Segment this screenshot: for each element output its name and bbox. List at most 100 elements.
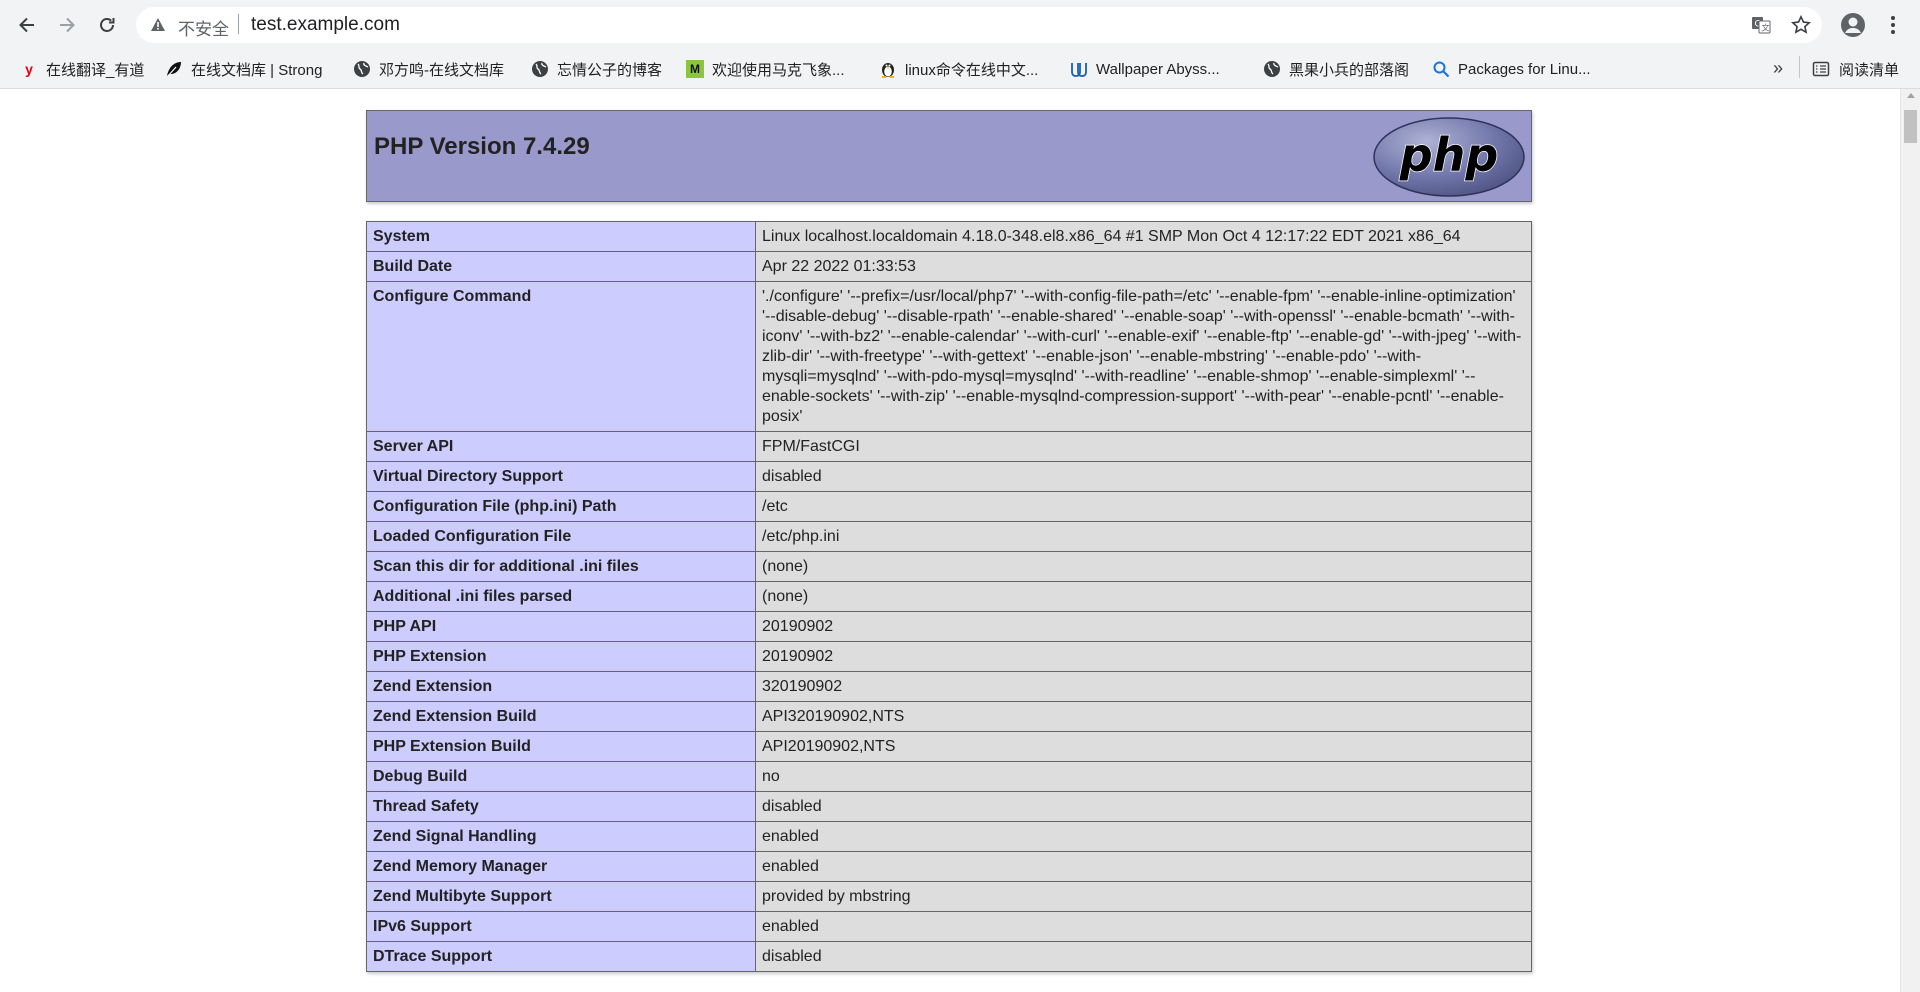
page-title: PHP Version 7.4.29 — [374, 133, 590, 160]
info-value: 320190902 — [755, 671, 1532, 702]
info-key: Configuration File (php.ini) Path — [366, 491, 756, 522]
info-row: System Linux localhost.localdomain 4.18.0… — [366, 221, 1532, 252]
back-button[interactable] — [11, 9, 43, 41]
info-key: Loaded Configuration File — [366, 521, 756, 552]
info-key: Server API — [366, 431, 756, 462]
maxiang-icon: M — [686, 60, 704, 78]
info-row: Configuration File (php.ini) Path/etc — [366, 491, 1532, 522]
phpinfo-table: System Linux localhost.localdomain 4.18.0… — [366, 221, 1532, 972]
info-row: Zend Extension 320190902 — [366, 671, 1532, 702]
bookmark-label: Packages for Linu... — [1458, 60, 1591, 78]
bookmark-item[interactable]: 黑果小兵的部落阁 — [1263, 57, 1409, 81]
reading-list-label: 阅读清单 — [1839, 61, 1900, 79]
search-icon — [1432, 60, 1450, 78]
info-value: 20190902 — [755, 641, 1532, 672]
info-row: Configure Command './configure' '--prefix… — [366, 281, 1532, 432]
info-row: Debug Build no — [366, 761, 1532, 792]
forward-button[interactable] — [51, 9, 83, 41]
info-key: PHP Extension — [366, 641, 756, 672]
translate-icon[interactable]: G 文 — [1750, 14, 1772, 36]
info-key: Zend Memory Manager — [366, 851, 756, 882]
info-value: './configure' '--prefix=/usr/local/php7'… — [755, 281, 1532, 432]
browser-menu-button[interactable] — [1878, 9, 1908, 41]
info-key: PHP API — [366, 611, 756, 642]
info-row: Zend Signal Handling enabled — [366, 821, 1532, 852]
penguin-icon — [879, 60, 897, 78]
info-key: Zend Extension — [366, 671, 756, 702]
info-key: Zend Extension Build — [366, 701, 756, 732]
scrollbar-thumb[interactable] — [1904, 110, 1917, 143]
bookmark-label: 欢迎使用马克飞象... — [712, 61, 845, 79]
browser-chrome: 不安全 test.example.com G 文 y 在线翻译_有道 在线文档库… — [0, 0, 1920, 89]
info-value: enabled — [755, 821, 1532, 852]
info-value: enabled — [755, 911, 1532, 942]
info-key: Zend Signal Handling — [366, 821, 756, 852]
bookmark-item[interactable]: Packages for Linu... — [1432, 57, 1591, 81]
php-logo-icon: php — [1373, 117, 1525, 197]
info-row: Virtual Directory Support disabled — [366, 461, 1532, 492]
bookmark-item[interactable]: M 欢迎使用马克飞象... — [686, 57, 845, 81]
info-key: IPv6 Support — [366, 911, 756, 942]
address-bar[interactable]: 不安全 test.example.com G 文 — [136, 7, 1822, 43]
bookmark-item[interactable]: 在线文档库 | Strong — [165, 57, 322, 81]
globe-icon — [1263, 60, 1281, 78]
info-row: DTrace Support disabled — [366, 941, 1532, 972]
bookmark-item[interactable]: 邓方鸣-在线文档库 — [353, 57, 504, 81]
info-key: Scan this dir for additional .ini files — [366, 551, 756, 582]
bookmark-label: 在线翻译_有道 — [46, 61, 145, 79]
info-row: Zend Multibyte Support provided by mbstri… — [366, 881, 1532, 912]
back-arrow-icon — [19, 17, 34, 33]
security-status[interactable]: 不安全 — [178, 15, 229, 40]
bookmark-label: 忘情公子的博客 — [557, 61, 663, 79]
info-row: Zend Extension Build API320190902,NTS — [366, 701, 1532, 732]
reload-icon — [100, 18, 115, 32]
info-value: (none) — [755, 581, 1532, 612]
info-value: (none) — [755, 551, 1532, 582]
info-key: PHP Extension Build — [366, 731, 756, 762]
scroll-up-arrow-icon[interactable] — [1907, 93, 1915, 98]
kebab-menu-icon — [1891, 16, 1895, 34]
info-key: Zend Multibyte Support — [366, 881, 756, 912]
info-key: System — [366, 221, 756, 252]
page-scrollbar[interactable] — [1900, 89, 1920, 992]
info-value: API320190902,NTS — [755, 701, 1532, 732]
info-key: Build Date — [366, 251, 756, 282]
bookmark-item[interactable]: 忘情公子的博客 — [531, 57, 662, 81]
url-text[interactable]: test.example.com — [251, 14, 400, 36]
phpinfo-container: PHP Version 7.4.29 php System Linux local… — [366, 110, 1532, 972]
info-key: Additional .ini files parsed — [366, 581, 756, 612]
youdao-icon: y — [25, 61, 33, 77]
wallpaper-abyss-icon — [1070, 60, 1088, 78]
info-value: API20190902,NTS — [755, 731, 1532, 762]
profile-button[interactable] — [1837, 9, 1869, 41]
page-viewport: PHP Version 7.4.29 php System Linux local… — [0, 89, 1900, 992]
reload-button[interactable] — [91, 9, 123, 41]
info-value: Apr 22 2022 01:33:53 — [755, 251, 1532, 282]
bookmark-label: 在线文档库 | Strong — [191, 61, 323, 79]
info-row: Loaded Configuration File/etc/php.ini — [366, 521, 1532, 552]
info-row: PHP Extension Build API20190902,NTS — [366, 731, 1532, 762]
info-row: PHP API 20190902 — [366, 611, 1532, 642]
globe-icon — [531, 60, 549, 78]
info-value: disabled — [755, 461, 1532, 492]
info-value: no — [755, 761, 1532, 792]
bookmark-star-icon[interactable] — [1790, 14, 1812, 36]
bookmark-label: Wallpaper Abyss... — [1096, 60, 1220, 78]
avatar-icon — [1841, 13, 1865, 37]
info-value: 20190902 — [755, 611, 1532, 642]
info-row: Build Date Apr 22 2022 01:33:53 — [366, 251, 1532, 282]
reading-list-icon — [1812, 61, 1830, 77]
bookmark-item[interactable]: Wallpaper Abyss... — [1070, 57, 1220, 81]
bookmarks-divider — [1799, 56, 1800, 78]
info-value: FPM/FastCGI — [755, 431, 1532, 462]
bookmarks-bar: y 在线翻译_有道 在线文档库 | Strong 邓方鸣-在线文档库 忘情公子的… — [0, 50, 1920, 88]
info-row: Zend Memory Manager enabled — [366, 851, 1532, 882]
globe-icon — [353, 60, 371, 78]
bookmark-item[interactable]: linux命令在线中文... — [879, 57, 1038, 81]
bookmark-label: linux命令在线中文... — [905, 61, 1039, 79]
info-key: Configure Command — [366, 281, 756, 432]
reading-list-button[interactable]: 阅读清单 — [1812, 57, 1899, 81]
more-bookmarks-button[interactable]: » — [1773, 58, 1783, 79]
bookmark-item[interactable]: y 在线翻译_有道 — [20, 57, 144, 81]
browser-toolbar: 不安全 test.example.com G 文 — [0, 0, 1920, 50]
